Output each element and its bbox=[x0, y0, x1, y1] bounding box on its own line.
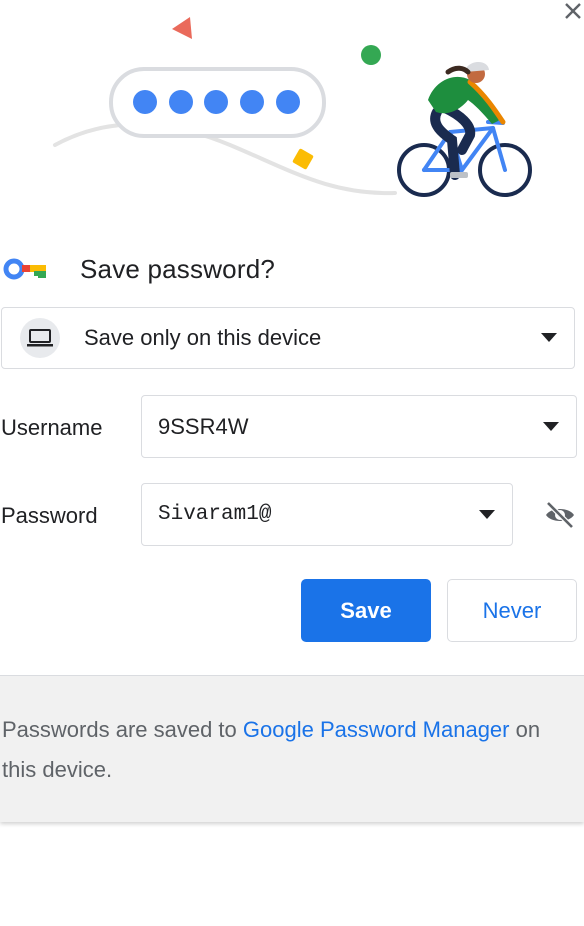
chevron-down-icon bbox=[543, 421, 559, 431]
dialog-title: Save password? bbox=[80, 253, 276, 284]
chevron-down-icon bbox=[541, 333, 557, 342]
username-label: Username bbox=[1, 415, 103, 440]
save-button[interactable]: Save bbox=[301, 579, 431, 642]
username-value: 9SSR4W bbox=[158, 413, 249, 439]
laptop-icon-wrapper bbox=[20, 318, 60, 358]
password-label: Password bbox=[1, 503, 98, 528]
password-manager-link[interactable]: Google Password Manager bbox=[243, 717, 510, 742]
never-button[interactable]: Never bbox=[447, 579, 577, 642]
username-field[interactable]: 9SSR4W bbox=[141, 395, 577, 458]
toggle-password-visibility-button[interactable] bbox=[543, 499, 577, 531]
footer-text-before: Passwords are saved to bbox=[2, 717, 243, 742]
storage-location-select[interactable]: Save only on this device bbox=[1, 307, 575, 369]
password-value: Sivaram1@ bbox=[158, 503, 272, 526]
chevron-down-icon bbox=[479, 509, 495, 519]
laptop-icon bbox=[27, 329, 53, 347]
eye-off-icon bbox=[546, 501, 574, 529]
cyclist-password-illustration bbox=[53, 17, 532, 197]
password-field[interactable]: Sivaram1@ bbox=[141, 483, 513, 546]
save-password-dialog: Save password? Save only on this device … bbox=[0, 0, 584, 822]
dialog-header: Save password? bbox=[0, 248, 275, 290]
key-icon bbox=[3, 258, 46, 280]
storage-location-label: Save only on this device bbox=[84, 325, 322, 350]
dialog-footer: Passwords are saved to Google Password M… bbox=[0, 675, 584, 822]
